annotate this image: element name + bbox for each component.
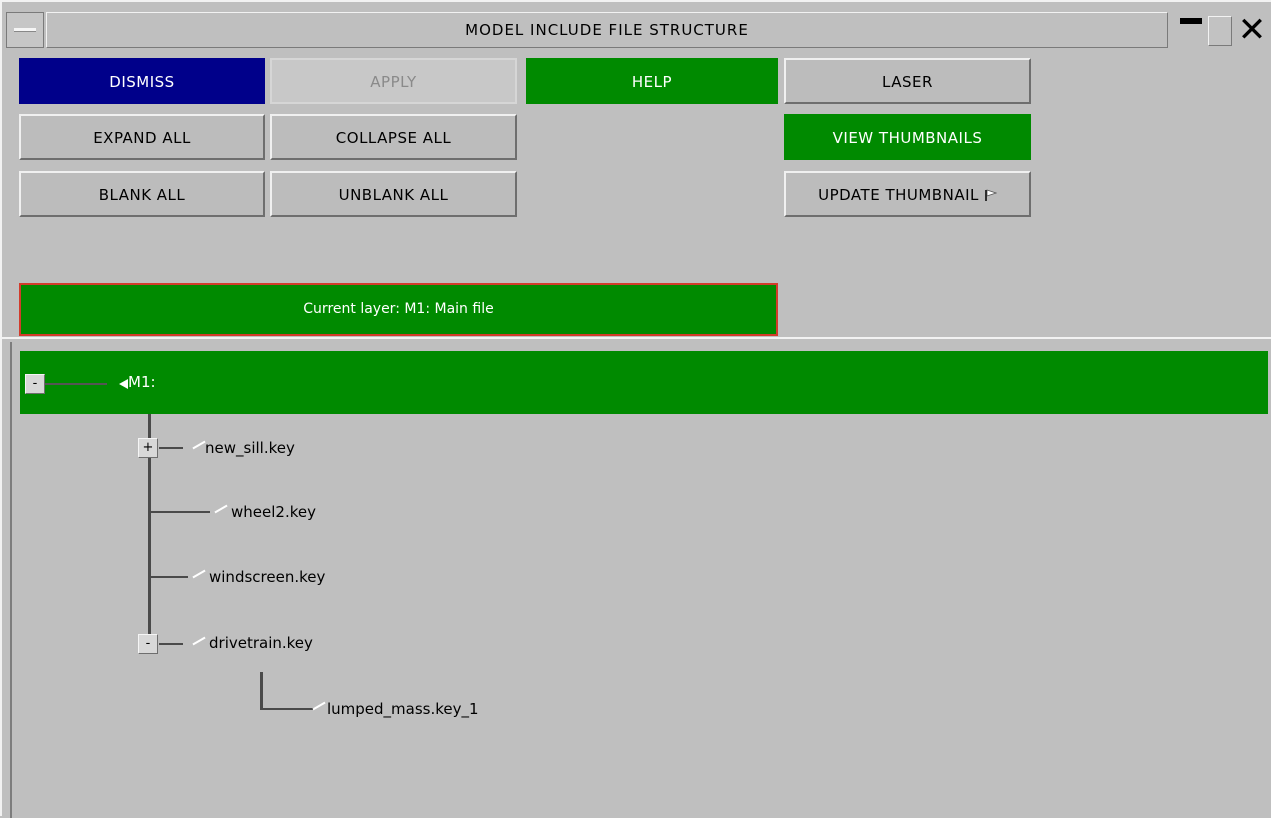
tree-connector: [150, 511, 210, 513]
tree-node-m1[interactable]: M1:: [128, 373, 156, 391]
current-layer-indicator[interactable]: Current layer: M1: Main file: [19, 283, 778, 336]
apply-button[interactable]: APPLY: [270, 58, 517, 104]
tick-icon: [214, 504, 228, 514]
tree-connector: [159, 447, 183, 449]
expand-all-button[interactable]: EXPAND ALL: [19, 114, 265, 160]
tree-connector: [159, 643, 183, 645]
unblank-all-button[interactable]: UNBLANK ALL: [270, 171, 517, 217]
close-icon[interactable]: ✕: [1236, 13, 1268, 48]
tree-connector: [260, 672, 263, 710]
arrow-left-icon: [119, 379, 128, 389]
model-include-file-structure-window: MODEL INCLUDE FILE STRUCTURE ✕ DISMISS A…: [0, 0, 1271, 818]
new-sill-expand-toggle[interactable]: +: [138, 438, 158, 458]
tick-icon: [312, 701, 326, 711]
tree-node-drivetrain[interactable]: drivetrain.key: [209, 634, 313, 652]
tree-panel-edge: [10, 342, 12, 818]
drivetrain-collapse-toggle[interactable]: -: [138, 634, 158, 654]
update-thumbnail-button[interactable]: UPDATE THUMBNAIL: [784, 171, 1031, 217]
laser-button[interactable]: LASER: [784, 58, 1031, 104]
tick-icon: [192, 440, 206, 450]
divider: [2, 337, 1271, 339]
tick-icon: [192, 569, 206, 579]
minimize-icon[interactable]: [1178, 16, 1204, 46]
window-title: MODEL INCLUDE FILE STRUCTURE: [46, 12, 1168, 48]
collapse-all-button[interactable]: COLLAPSE ALL: [270, 114, 517, 160]
tick-icon: [192, 636, 206, 646]
maximize-icon[interactable]: [1208, 16, 1232, 46]
tree-node-lumped-mass[interactable]: lumped_mass.key_1: [327, 700, 479, 718]
window-menu-icon[interactable]: [6, 12, 44, 48]
help-button[interactable]: HELP: [526, 58, 778, 104]
flag-icon: [985, 189, 997, 201]
tree-connector: [260, 708, 314, 710]
tree-root-collapse-toggle[interactable]: -: [25, 374, 45, 394]
tree-node-wheel2[interactable]: wheel2.key: [231, 503, 316, 521]
blank-all-button[interactable]: BLANK ALL: [19, 171, 265, 217]
tree-node-windscreen[interactable]: windscreen.key: [209, 568, 325, 586]
view-thumbnails-button[interactable]: VIEW THUMBNAILS: [784, 114, 1031, 160]
tree-root-row[interactable]: [20, 351, 1268, 414]
dismiss-button[interactable]: DISMISS: [19, 58, 265, 104]
tree-connector: [45, 383, 107, 385]
update-thumbnail-label: UPDATE THUMBNAIL: [818, 186, 979, 204]
tree-node-new-sill[interactable]: new_sill.key: [205, 439, 295, 457]
tree-connector: [150, 576, 188, 578]
